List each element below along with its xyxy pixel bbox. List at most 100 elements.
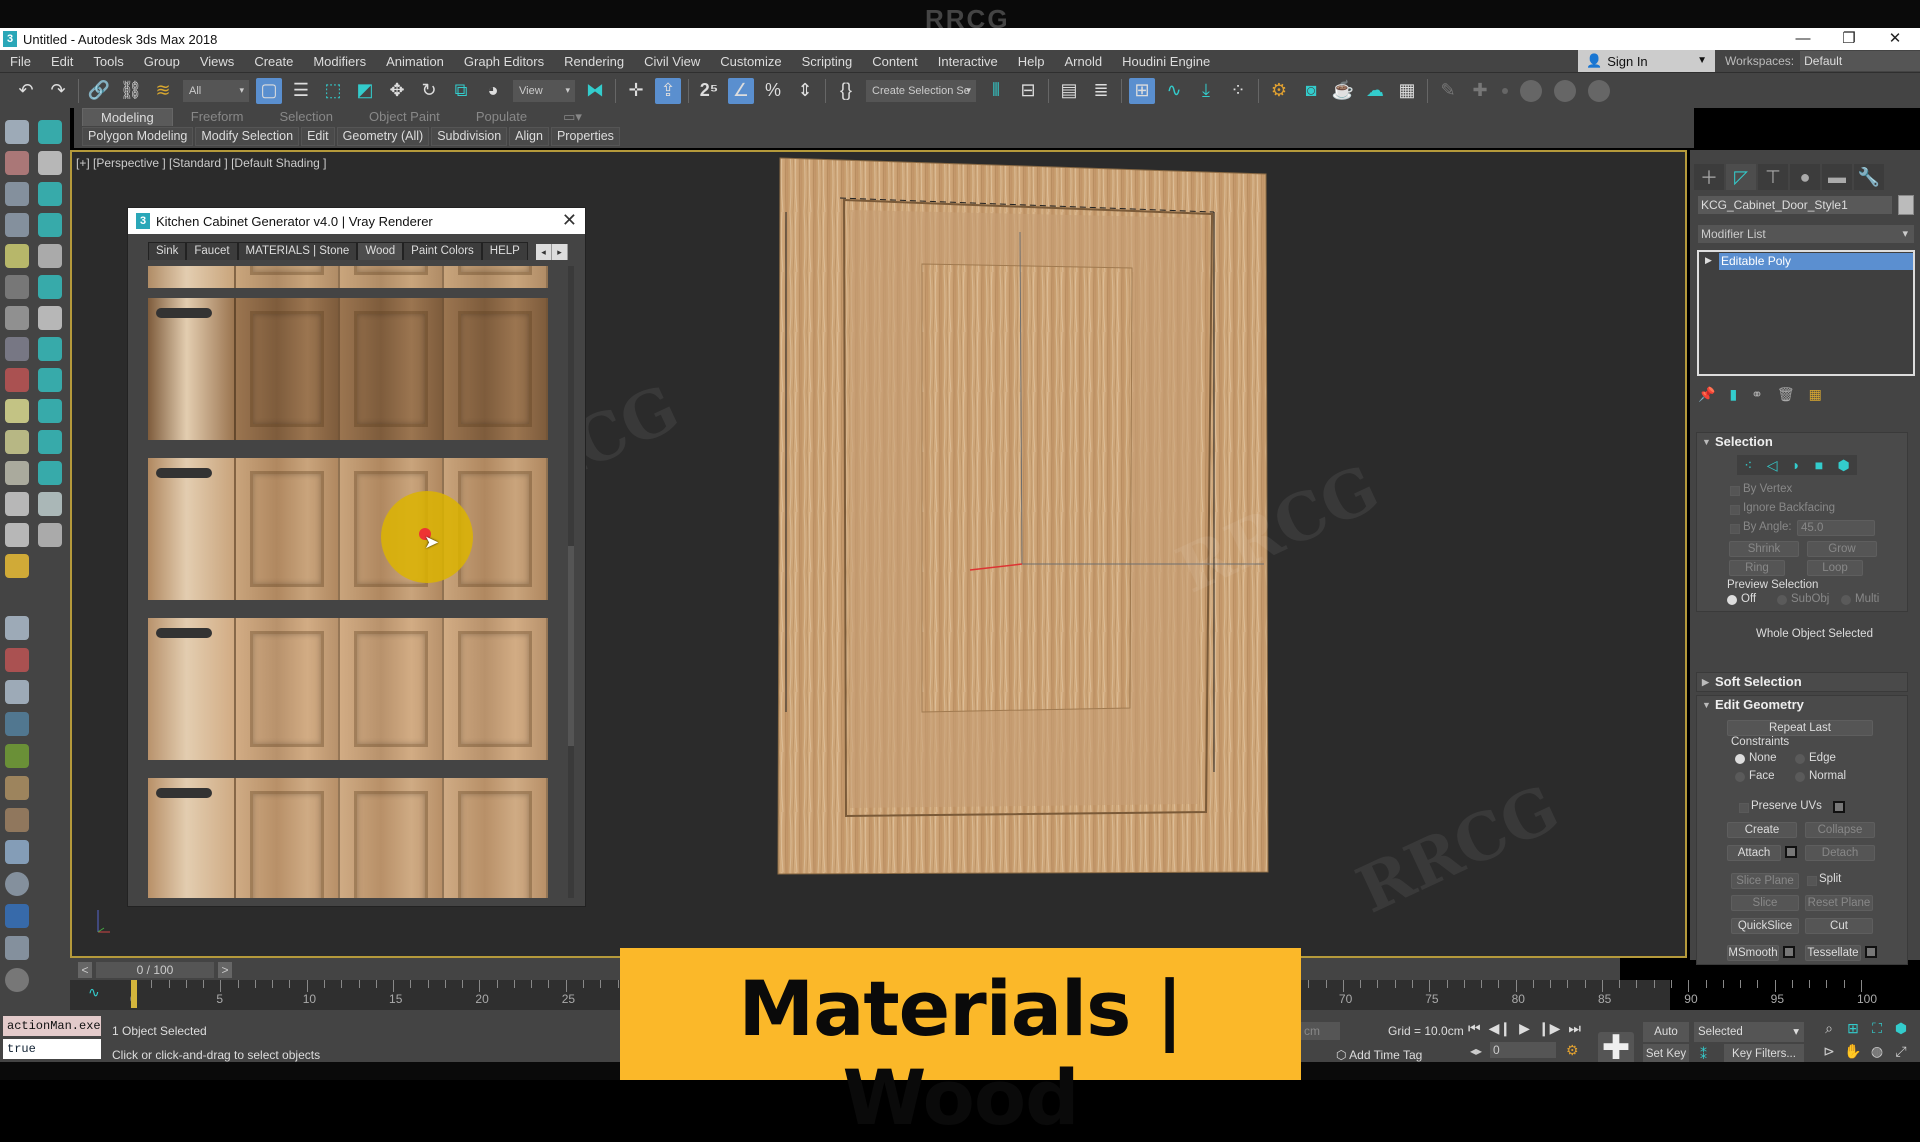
- edit-named-sel-icon[interactable]: {}: [833, 78, 859, 104]
- menu-arnold[interactable]: Arnold: [1055, 54, 1113, 69]
- expand-triangle-icon[interactable]: ▶: [1705, 255, 1712, 266]
- angle-spinner[interactable]: 45.0: [1797, 520, 1875, 536]
- render-cloud-icon[interactable]: ☁: [1362, 78, 1388, 104]
- left-tool-icon[interactable]: [38, 182, 62, 206]
- kcg-tab-help[interactable]: HELP: [481, 242, 528, 260]
- maximize-viewport-icon[interactable]: ⤢: [1892, 1043, 1910, 1060]
- ribbon-panel-properties[interactable]: Properties: [550, 127, 620, 146]
- left-tool-icon[interactable]: [5, 492, 29, 516]
- maxscript-listener-input[interactable]: actionMan.exe: [3, 1016, 101, 1036]
- go-to-end-icon[interactable]: ⏭: [1568, 1020, 1581, 1037]
- menu-modifiers[interactable]: Modifiers: [303, 54, 376, 69]
- align-icon[interactable]: ⊟: [1015, 78, 1041, 104]
- attach-list-button[interactable]: [1785, 846, 1797, 858]
- msmooth-settings-button[interactable]: [1783, 946, 1795, 958]
- render-icon[interactable]: ☕: [1330, 78, 1356, 104]
- named-selection-dropdown[interactable]: Create Selection Se: [866, 79, 976, 102]
- scene-explorer-icon[interactable]: ▤: [1056, 78, 1082, 104]
- menu-edit[interactable]: Edit: [41, 54, 83, 69]
- snap-2-5-icon[interactable]: 2⁵: [696, 78, 722, 104]
- menu-rendering[interactable]: Rendering: [554, 54, 634, 69]
- sign-in-button[interactable]: 👤 Sign In ▼: [1578, 50, 1715, 72]
- left-tool-icon[interactable]: [38, 430, 62, 454]
- keyboard-shortcut-icon[interactable]: ⇪: [655, 77, 681, 104]
- ribbon-toggle-icon[interactable]: ⊞: [1129, 77, 1155, 104]
- tab-next-button[interactable]: ▸: [552, 244, 568, 260]
- left-tool-icon[interactable]: [38, 244, 62, 268]
- left-tool-icon[interactable]: [38, 151, 62, 175]
- ring-button[interactable]: Ring: [1729, 560, 1785, 576]
- tessellate-settings-button[interactable]: [1865, 946, 1877, 958]
- rendered-frame-icon[interactable]: ◙: [1298, 78, 1324, 104]
- left-tool-icon[interactable]: [38, 399, 62, 423]
- ribbon-panel-subdivision[interactable]: Subdivision: [431, 127, 508, 146]
- left-tool-icon[interactable]: [5, 275, 29, 299]
- pivot-icon[interactable]: ⧓: [582, 78, 608, 104]
- left-tool-icon[interactable]: [5, 744, 29, 768]
- key-filters-button[interactable]: Key Filters...: [1724, 1044, 1804, 1064]
- wood-swatch-medium-oak[interactable]: [148, 298, 548, 440]
- wood-swatch-natural[interactable]: [148, 618, 548, 760]
- add-time-tag-button[interactable]: ⬡ Add Time Tag: [1336, 1048, 1422, 1062]
- menu-group[interactable]: Group: [134, 54, 190, 69]
- left-tool-icon[interactable]: [38, 337, 62, 361]
- time-configuration-icon[interactable]: ⚙: [1566, 1042, 1579, 1059]
- left-tool-icon[interactable]: [38, 461, 62, 485]
- left-tool-icon[interactable]: [38, 523, 62, 547]
- border-icon[interactable]: ◗: [1792, 457, 1800, 473]
- mirror-icon[interactable]: ⫴: [983, 78, 1009, 104]
- stack-item-editable-poly[interactable]: Editable Poly: [1719, 253, 1913, 270]
- remove-modifier-icon[interactable]: 🗑: [1777, 386, 1795, 403]
- menu-content[interactable]: Content: [862, 54, 928, 69]
- viewport-label[interactable]: [+] [Perspective ] [Standard ] [Default …: [76, 156, 326, 170]
- preview-off-radio[interactable]: [1727, 595, 1737, 605]
- left-tool-icon[interactable]: [5, 120, 29, 144]
- left-tool-icon[interactable]: [38, 306, 62, 330]
- curve-editor-icon[interactable]: ∿: [1161, 78, 1187, 104]
- key-mode-toggle-icon[interactable]: ⁑: [1700, 1046, 1707, 1063]
- coordinate-unit-field[interactable]: cm: [1300, 1022, 1340, 1040]
- current-frame-field[interactable]: 0: [1490, 1042, 1556, 1058]
- restore-button[interactable]: ❐: [1826, 28, 1872, 50]
- close-button[interactable]: ✕: [1872, 28, 1918, 50]
- left-tool-icon[interactable]: [38, 368, 62, 392]
- kcg-tab-faucet[interactable]: Faucet: [186, 242, 238, 260]
- rect-region-icon[interactable]: ⬚: [320, 78, 346, 104]
- select-object-icon[interactable]: ▢: [256, 77, 282, 104]
- ribbon-panel-modify-selection[interactable]: Modify Selection: [195, 127, 300, 146]
- time-config-arrows-icon[interactable]: ◂▸: [1470, 1044, 1482, 1058]
- material-editor-icon[interactable]: ⁘: [1225, 78, 1251, 104]
- cabinet-door-model[interactable]: [774, 152, 1274, 882]
- placement-icon[interactable]: ◕: [480, 78, 506, 104]
- next-key-icon[interactable]: ❙▶: [1538, 1020, 1561, 1037]
- tab-freeform[interactable]: Freeform: [173, 108, 262, 126]
- swatch-scrollbar[interactable]: [568, 266, 574, 898]
- curve-editor-mini-icon[interactable]: ∿: [88, 984, 100, 1001]
- left-tool-icon[interactable]: [38, 120, 62, 144]
- spinner-snap-icon[interactable]: ⇕: [792, 78, 818, 104]
- left-tool-icon[interactable]: [5, 244, 29, 268]
- left-tool-icon[interactable]: [38, 213, 62, 237]
- next-frame-button[interactable]: >: [218, 962, 232, 978]
- cut-button[interactable]: Cut: [1805, 918, 1873, 934]
- left-tool-icon[interactable]: [5, 337, 29, 361]
- menu-create[interactable]: Create: [244, 54, 303, 69]
- maxscript-listener-output[interactable]: true: [3, 1039, 101, 1059]
- edge-icon[interactable]: ◁: [1767, 457, 1778, 474]
- preview-subobj-radio[interactable]: [1777, 595, 1787, 605]
- left-tool-icon[interactable]: [5, 904, 29, 928]
- configure-sets-icon[interactable]: ▦: [1809, 386, 1822, 403]
- grow-button[interactable]: Grow: [1807, 541, 1877, 557]
- kcg-tab-sink[interactable]: Sink: [148, 242, 187, 260]
- wood-swatch-partial[interactable]: [148, 266, 548, 288]
- constraint-face-radio[interactable]: [1735, 772, 1745, 782]
- scale-icon[interactable]: ⧉: [448, 78, 474, 104]
- make-unique-icon[interactable]: ⚭: [1751, 386, 1763, 403]
- left-tool-icon[interactable]: [38, 492, 62, 516]
- plus-brush-icon[interactable]: ✚: [1467, 78, 1493, 104]
- schematic-view-icon[interactable]: ⤓: [1193, 78, 1219, 104]
- kcg-tab-materials-stone[interactable]: MATERIALS | Stone: [237, 242, 358, 260]
- pan-icon[interactable]: ✋: [1844, 1043, 1862, 1060]
- preserve-uvs-checkbox[interactable]: [1739, 803, 1749, 813]
- by-angle-checkbox[interactable]: [1730, 524, 1740, 534]
